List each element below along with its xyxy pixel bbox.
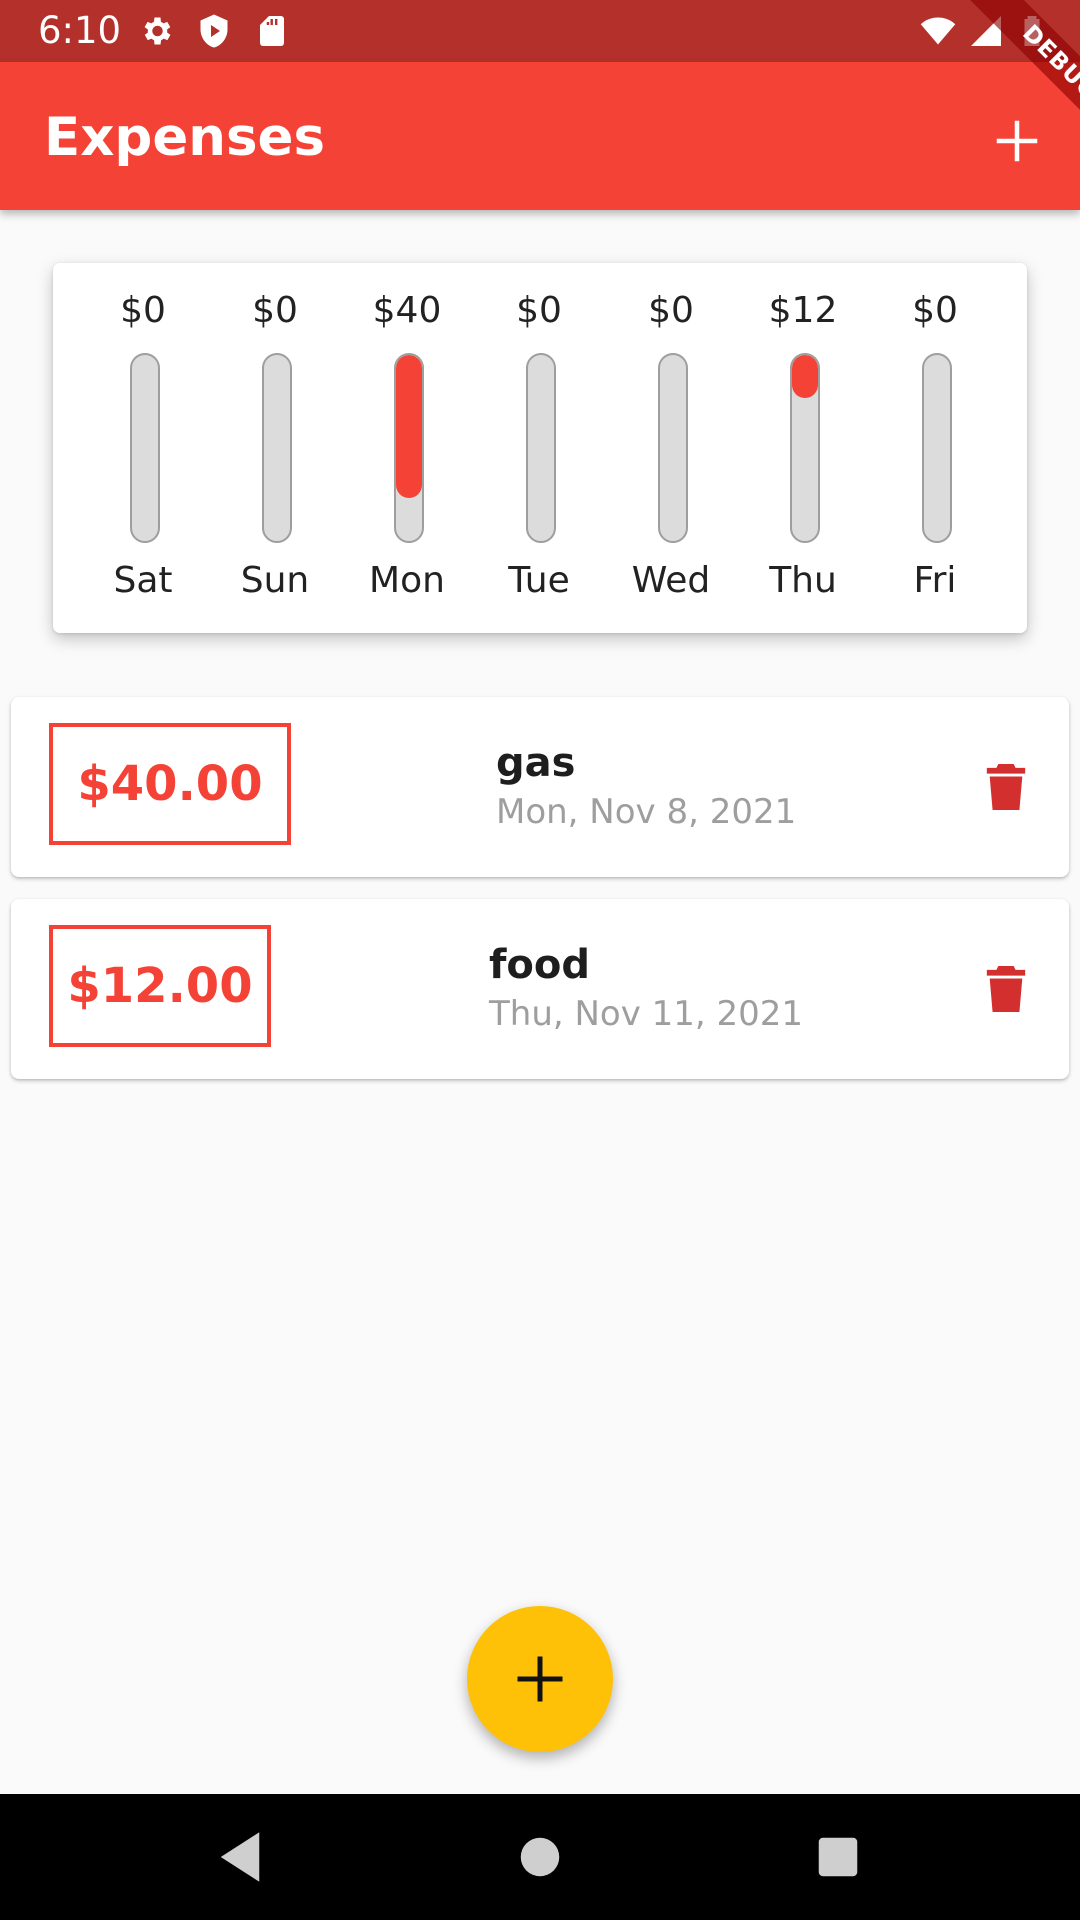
- nav-home-button[interactable]: [507, 1824, 573, 1890]
- chart-bar-amount: $0: [516, 290, 562, 331]
- add-transaction-button[interactable]: [990, 114, 1044, 168]
- weekly-chart: $0 Sat $0 Sun $40 Mon $0 Tue $0 Wed $12 …: [53, 263, 1027, 633]
- chart-bar-track: [790, 353, 820, 543]
- chart-bar-day: Tue: [508, 560, 570, 601]
- transaction-card: $12.00 food Thu, Nov 11, 2021: [11, 899, 1069, 1079]
- transaction-card: $40.00 gas Mon, Nov 8, 2021: [11, 697, 1069, 877]
- chart-bar-track: [922, 353, 952, 543]
- chart-bar-day: Thu: [769, 560, 837, 601]
- transaction-title: food: [489, 942, 590, 988]
- add-icon: [996, 120, 1038, 162]
- chart-bar-sat: $0 Sat: [83, 263, 203, 633]
- transaction-amount: $12.00: [67, 958, 253, 1014]
- chart-bar-mon: $40 Mon: [347, 263, 467, 633]
- status-bar: 6:10: [0, 0, 1080, 62]
- transaction-title: gas: [496, 740, 576, 786]
- settings-icon: [138, 13, 174, 49]
- transaction-amount: $40.00: [77, 756, 263, 812]
- chart-bar-day: Sun: [240, 560, 310, 601]
- chart-bar-track: [262, 353, 292, 543]
- add-transaction-fab[interactable]: [467, 1606, 613, 1752]
- trash-icon: [986, 764, 1026, 810]
- chart-bar-day: Sat: [113, 560, 173, 601]
- chart-bar-track: [526, 353, 556, 543]
- transaction-date: Mon, Nov 8, 2021: [496, 792, 797, 832]
- delete-transaction-button[interactable]: [983, 963, 1029, 1015]
- chart-bar-day: Mon: [369, 560, 445, 601]
- chart-bar-tue: $0 Tue: [479, 263, 599, 633]
- chart-bar-amount: $0: [252, 290, 298, 331]
- back-icon: [220, 1832, 260, 1882]
- wifi-icon: [920, 13, 956, 49]
- status-time: 6:10: [38, 9, 122, 52]
- shield-play-icon: [196, 13, 232, 49]
- home-icon: [520, 1837, 560, 1877]
- nav-back-button[interactable]: [207, 1824, 273, 1890]
- chart-bar-fill: [396, 355, 422, 499]
- transaction-date: Thu, Nov 11, 2021: [489, 994, 804, 1034]
- chart-bar-track: [658, 353, 688, 543]
- recents-icon: [818, 1837, 858, 1877]
- add-icon: [517, 1656, 563, 1702]
- chart-bar-fri: $0 Fri: [875, 263, 995, 633]
- signal-icon: [968, 13, 1004, 49]
- transaction-amount-box: $12.00: [49, 925, 271, 1047]
- nav-recents-button[interactable]: [805, 1824, 871, 1890]
- chart-bar-thu: $12 Thu: [743, 263, 863, 633]
- chart-bar-day: Fri: [913, 560, 957, 601]
- chart-bar-wed: $0 Wed: [611, 263, 731, 633]
- sd-card-icon: [254, 13, 290, 49]
- system-nav-bar: [0, 1794, 1080, 1920]
- battery-icon: [1014, 13, 1050, 49]
- chart-bar-track: [394, 353, 424, 543]
- chart-bar-track: [130, 353, 160, 543]
- delete-transaction-button[interactable]: [983, 761, 1029, 813]
- chart-bar-sun: $0 Sun: [215, 263, 335, 633]
- app-bar: Expenses: [0, 62, 1080, 210]
- trash-icon: [986, 966, 1026, 1012]
- chart-bar-amount: $0: [120, 290, 166, 331]
- chart-bar-amount: $0: [912, 290, 958, 331]
- chart-bar-amount: $0: [648, 290, 694, 331]
- page-title: Expenses: [44, 107, 326, 168]
- chart-bar-day: Wed: [631, 560, 711, 601]
- chart-bar-amount: $12: [768, 290, 838, 331]
- chart-bar-amount: $40: [372, 290, 442, 331]
- transaction-amount-box: $40.00: [49, 723, 291, 845]
- chart-bar-fill: [792, 355, 818, 398]
